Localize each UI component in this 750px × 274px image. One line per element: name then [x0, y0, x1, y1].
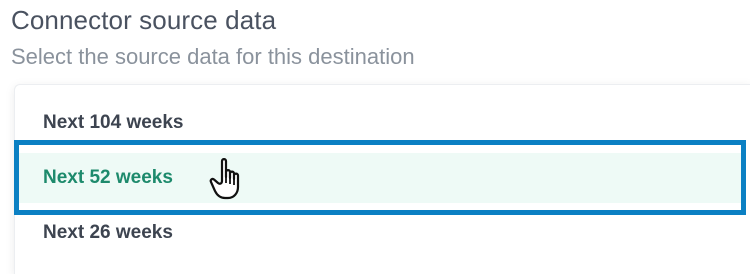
- page-subtitle: Select the source data for this destinat…: [11, 44, 415, 69]
- hand-pointer-icon: [209, 158, 240, 200]
- option-next-104-weeks[interactable]: Next 104 weeks: [15, 98, 743, 148]
- source-data-dropdown-menu: Next 104 weeks Next 52 weeks Next 26 wee…: [14, 84, 750, 274]
- page-title: Connector source data: [11, 5, 277, 35]
- option-next-26-weeks[interactable]: Next 26 weeks: [15, 208, 743, 258]
- option-next-52-weeks[interactable]: Next 52 weeks: [15, 153, 743, 203]
- connector-source-panel: Connector source data Select the source …: [0, 0, 750, 274]
